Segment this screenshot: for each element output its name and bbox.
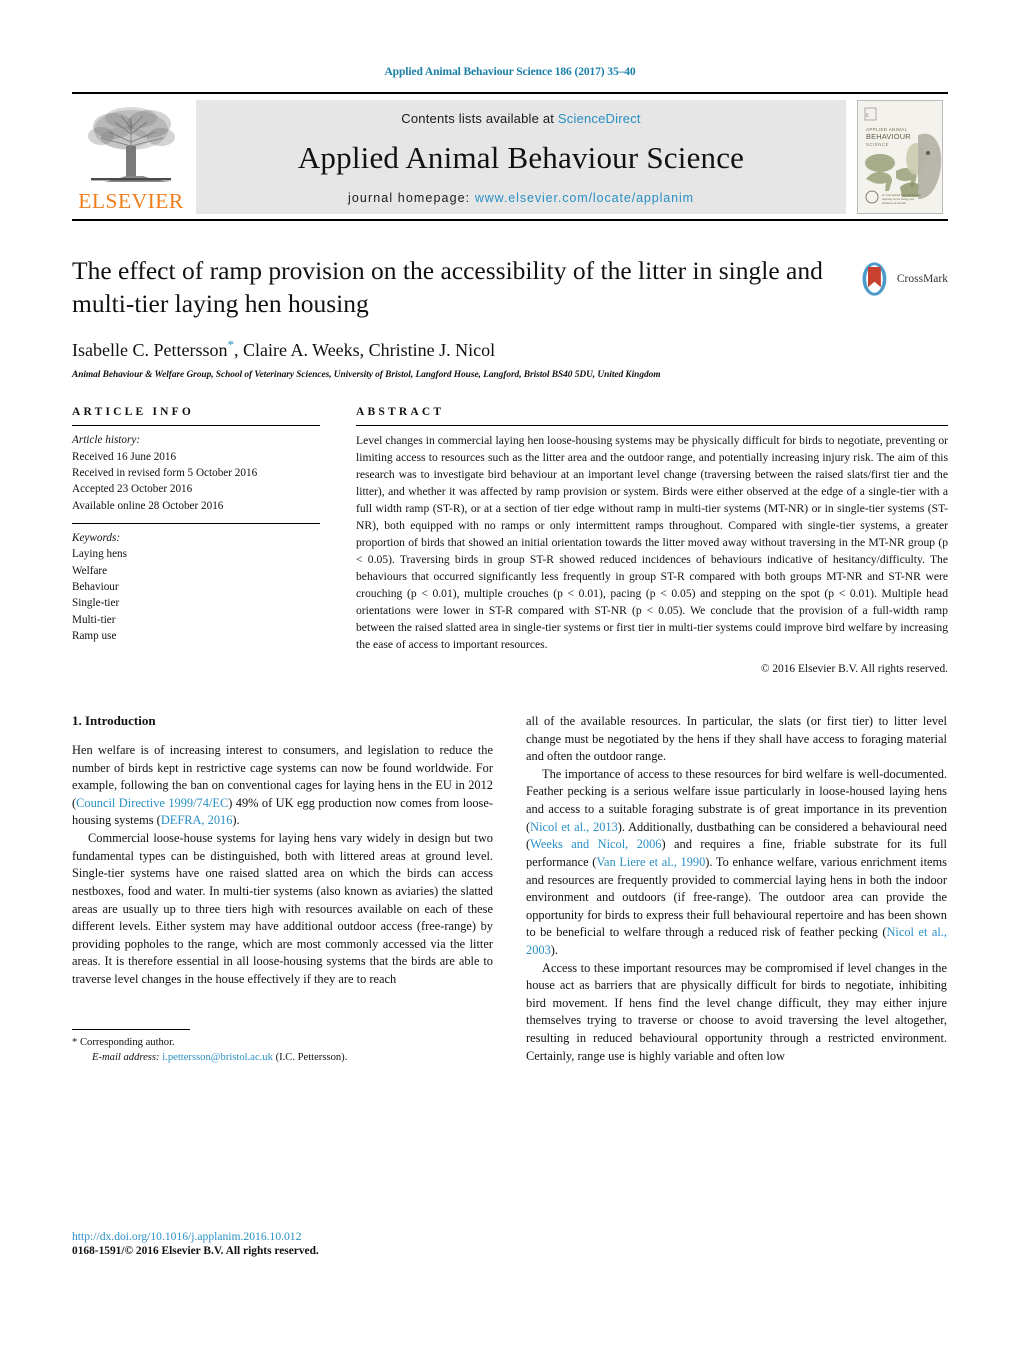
elsevier-logo: ELSEVIER [72, 100, 190, 214]
crossmark-label: CrossMark [896, 273, 948, 285]
keyword-item: Behaviour [72, 581, 119, 593]
email-label: E-mail address: [92, 1051, 160, 1063]
footnote-text: Corresponding author. [79, 1036, 175, 1048]
intro-paragraph: The importance of access to these resour… [526, 766, 947, 957]
footnote-marker: * [72, 1036, 78, 1048]
issn-copyright-line: 0168-1591/© 2016 Elsevier B.V. All right… [72, 1245, 319, 1257]
svg-text:BEHAVIOUR: BEHAVIOUR [866, 132, 911, 141]
svg-text:E: E [866, 114, 869, 119]
article-history-label: Article history: [72, 434, 141, 447]
keyword-item: Ramp use [72, 630, 117, 643]
journal-band: Contents lists available at ScienceDirec… [196, 100, 846, 214]
history-item: Accepted 23 October 2016 [72, 483, 193, 496]
footnote-rule [72, 1028, 190, 1030]
intro-paragraph: Hen welfare is of increasing interest to… [72, 743, 494, 828]
contents-available-line: Contents lists available at ScienceDirec… [401, 111, 640, 126]
corresponding-author-note: * Corresponding author. [72, 1035, 493, 1050]
author-first: Isabelle C. Pettersson [72, 340, 228, 361]
affiliation: Animal Behaviour & Welfare Group, School… [72, 370, 661, 381]
paper-page: Applied Animal Behaviour Science 186 (20… [0, 0, 1020, 1351]
email-link[interactable]: i.pettersson@bristol.ac.uk [162, 1052, 273, 1063]
crossmark-icon [862, 262, 887, 296]
email-owner: (I.C. Pettersson). [275, 1051, 348, 1063]
journal-homepage-line: journal homepage: www.elsevier.com/locat… [348, 191, 694, 205]
journal-cover-image: E APPLIED ANIMAL BEHAVIOUR SCIENCE An In… [857, 100, 943, 214]
keyword-item: Welfare [72, 564, 108, 577]
history-item: Available online 28 October 2016 [72, 499, 224, 512]
crossmark-badge[interactable]: CrossMark [856, 257, 948, 301]
body-column-right: all of the available resources. In parti… [526, 713, 947, 1065]
keywords-block: Keywords: Laying hens Welfare Behaviour … [72, 524, 320, 644]
email-note: E-mail address: i.pettersson@bristol.ac.… [72, 1050, 493, 1065]
body-column-left: 1. Introduction Hen welfare is of increa… [72, 713, 493, 1065]
footnote-block: * Corresponding author. E-mail address: … [72, 1028, 493, 1066]
title-block: The effect of ramp provision on the acce… [72, 255, 948, 380]
history-item: Received in revised form 5 October 2016 [72, 466, 258, 479]
keyword-item: Laying hens [72, 548, 127, 561]
svg-text:behaviour of animals: behaviour of animals [882, 201, 907, 205]
journal-masthead: ELSEVIER Contents lists available at Sci… [72, 92, 948, 221]
citation-link[interactable]: Van Liere et al., 1990 [596, 855, 705, 869]
elsevier-wordmark: ELSEVIER [78, 188, 184, 213]
homepage-url-link[interactable]: www.elsevier.com/locate/applanim [475, 191, 694, 205]
article-info-column: ARTICLE INFO Article history: Received 1… [72, 406, 320, 675]
keyword-item: Multi-tier [72, 613, 116, 626]
intro-paragraph: Access to these important resources may … [526, 960, 947, 1063]
running-head: Applied Animal Behaviour Science 186 (20… [384, 66, 636, 78]
keywords-label: Keywords: [72, 531, 121, 544]
citation-link[interactable]: Nicol et al., 2013 [530, 820, 618, 834]
abstract-column: ABSTRACT Level changes in commercial lay… [356, 406, 948, 675]
homepage-label: journal homepage: [348, 191, 471, 205]
citation-link[interactable]: Council Directive 1999/74/EC [76, 796, 228, 810]
intro-paragraph: all of the available resources. In parti… [526, 714, 947, 764]
authors-rest: , Claire A. Weeks, Christine J. Nicol [233, 340, 496, 361]
history-item: Received 16 June 2016 [72, 450, 177, 463]
svg-text:reporting on the biology and: reporting on the biology and [882, 197, 915, 201]
citation-link[interactable]: Weeks and Nicol, 2006 [530, 837, 661, 851]
intro-paragraph: Commercial loose-house systems for layin… [72, 831, 493, 986]
doi-footer: http://dx.doi.org/10.1016/j.applanim.201… [72, 1230, 493, 1257]
article-history-block: Article history: Received 16 June 2016 R… [72, 426, 320, 523]
keyword-item: Single-tier [72, 597, 120, 610]
elsevier-tree-icon [88, 106, 175, 182]
copyright-line: © 2016 Elsevier B.V. All rights reserved… [760, 663, 948, 676]
author-list: Isabelle C. Pettersson*, Claire A. Weeks… [72, 337, 948, 361]
article-info-heading: ARTICLE INFO [72, 406, 195, 419]
doi-link[interactable]: http://dx.doi.org/10.1016/j.applanim.201… [72, 1230, 493, 1243]
svg-text:SCIENCE: SCIENCE [866, 142, 889, 147]
journal-title: Applied Animal Behaviour Science [297, 139, 745, 175]
abstract-heading: ABSTRACT [356, 406, 445, 419]
journal-cover-thumbnail: E APPLIED ANIMAL BEHAVIOUR SCIENCE An In… [852, 100, 948, 214]
abstract-text: Level changes in commercial laying hen l… [356, 434, 948, 652]
contents-prefix: Contents lists available at [401, 111, 558, 126]
citation-link[interactable]: DEFRA, 2016 [161, 813, 233, 827]
info-abstract-section: ARTICLE INFO Article history: Received 1… [72, 406, 948, 675]
page-title: The effect of ramp provision on the acce… [72, 256, 823, 318]
svg-text:An International Scientific Jo: An International Scientific Journal [882, 193, 921, 197]
sciencedirect-link[interactable]: ScienceDirect [558, 111, 641, 126]
section-heading-introduction: 1. Introduction [72, 713, 156, 729]
body-columns: 1. Introduction Hen welfare is of increa… [72, 713, 948, 1065]
